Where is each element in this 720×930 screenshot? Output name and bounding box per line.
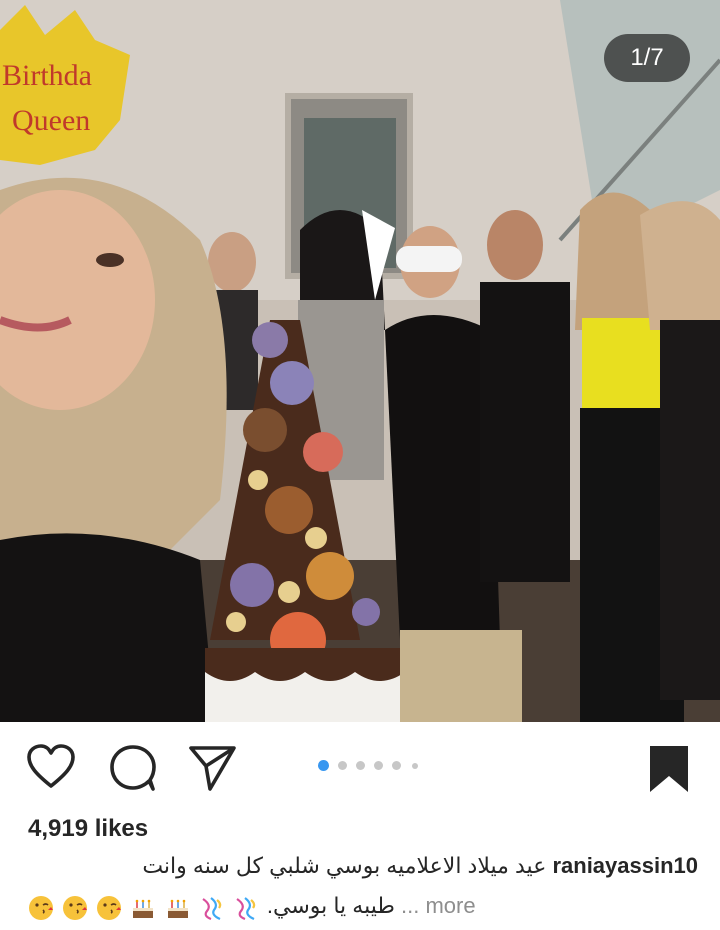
carousel-dot xyxy=(374,761,383,770)
bookmark-icon[interactable] xyxy=(648,744,690,799)
comment-icon[interactable] xyxy=(108,744,158,797)
cake-icon xyxy=(133,899,154,918)
caption-line-1: عيد ميلاد الاعلاميه بوسي شلبي كل سنه وان… xyxy=(142,853,698,879)
caption-text-1: عيد ميلاد الاعلاميه بوسي شلبي كل سنه وان… xyxy=(142,853,547,878)
caption-more-link[interactable]: ... more xyxy=(401,893,476,918)
kiss-face-icon xyxy=(29,895,53,920)
caption-emojis xyxy=(28,894,261,921)
photo-illustration: Birthda Queen xyxy=(0,0,720,722)
kiss-face-icon xyxy=(97,895,122,920)
caption-username[interactable]: raniayassin10 xyxy=(552,853,698,878)
ribbon-icon xyxy=(236,896,255,920)
cake-icon xyxy=(167,899,188,918)
carousel-dot xyxy=(392,761,401,770)
share-icon[interactable] xyxy=(188,744,238,797)
balloon-text-2: Queen xyxy=(12,104,90,137)
caption-line-2: طيبه يا بوسي. ... more xyxy=(28,893,476,921)
carousel-dot xyxy=(412,763,418,769)
post-photo[interactable]: Birthda Queen 1/7 xyxy=(0,0,720,722)
caption-text-2: طيبه يا بوسي. xyxy=(266,893,395,918)
carousel-dot xyxy=(318,760,329,771)
heart-icon[interactable] xyxy=(26,744,76,795)
kiss-face-icon xyxy=(63,895,88,920)
image-counter-badge: 1/7 xyxy=(604,34,690,82)
carousel-dot xyxy=(356,761,365,770)
likes-count[interactable]: 4,919 likes xyxy=(28,815,148,843)
carousel-dot xyxy=(338,761,347,770)
balloon-text-1: Birthda xyxy=(2,59,92,92)
ribbon-icon xyxy=(201,896,221,920)
